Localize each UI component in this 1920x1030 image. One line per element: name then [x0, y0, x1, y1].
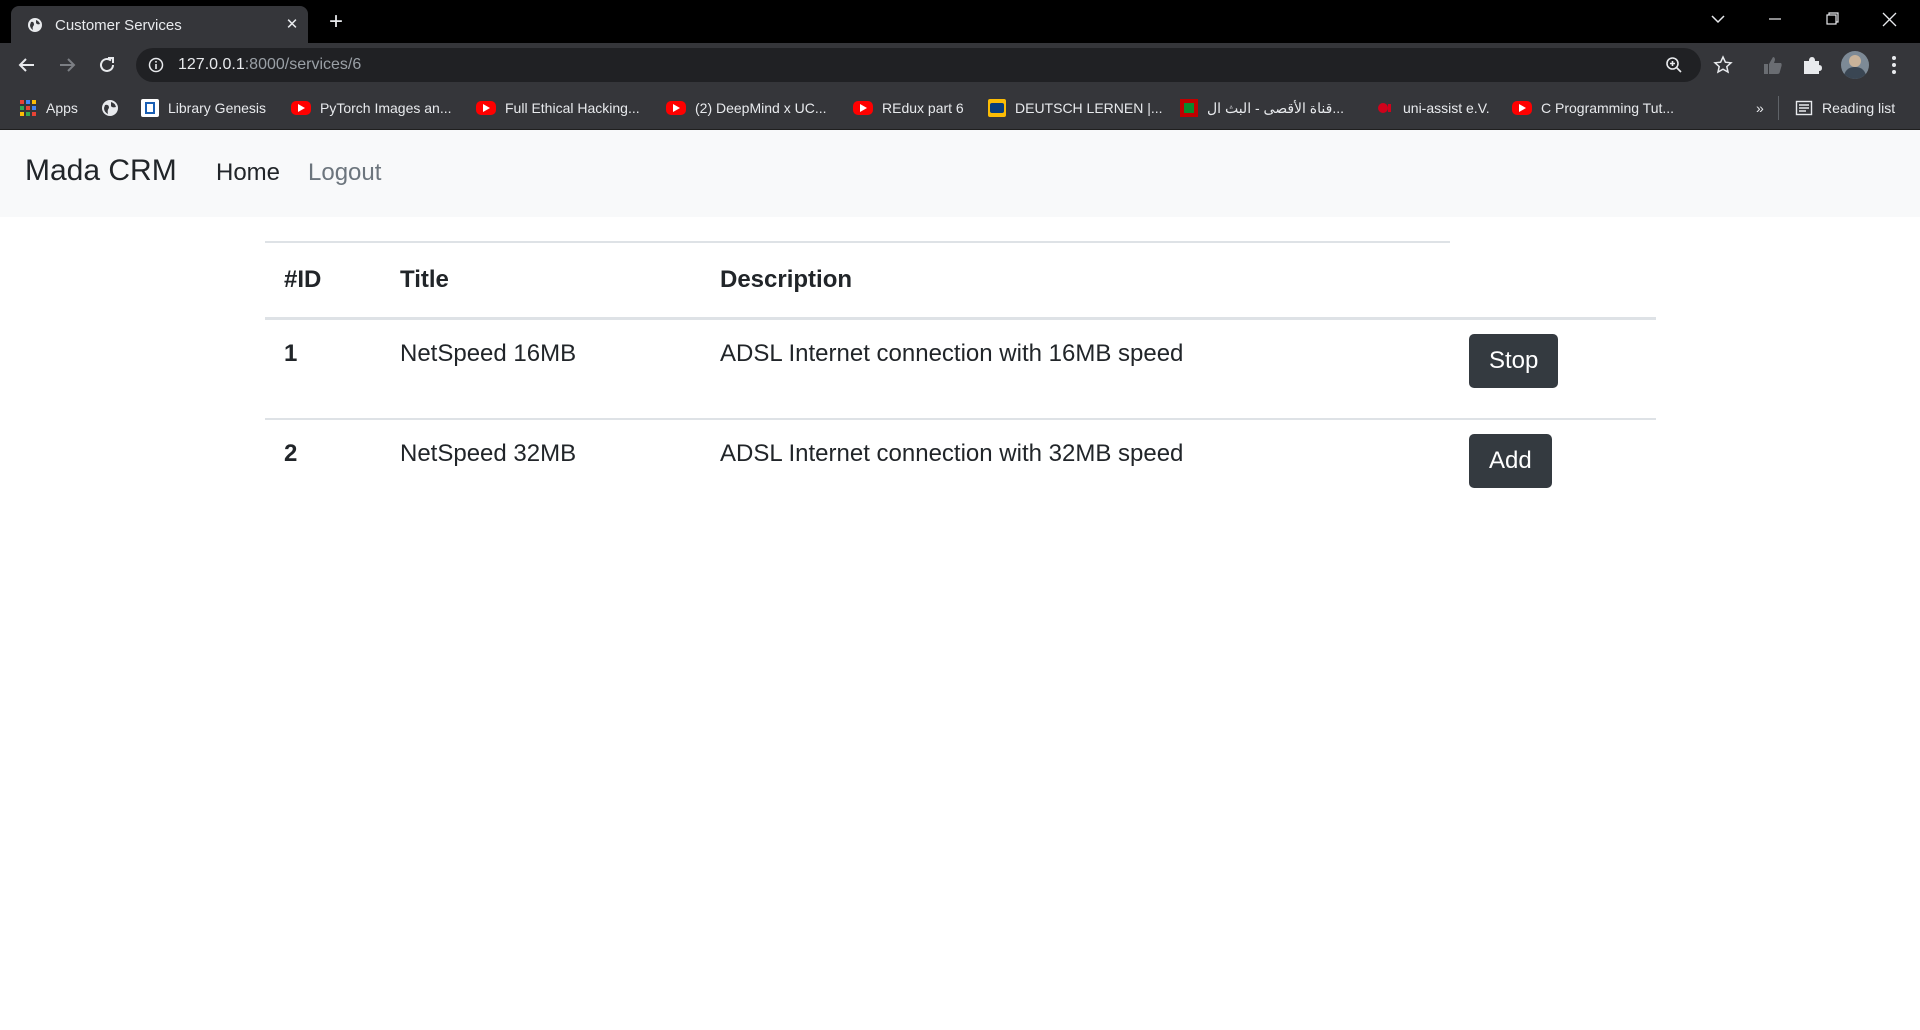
bookmark-label: uni-assist e.V. — [1403, 100, 1490, 116]
thumbs-up-extension-icon[interactable] — [1762, 55, 1784, 75]
bookmark-ethical-hacking[interactable]: Full Ethical Hacking... — [476, 97, 640, 119]
tab-title: Customer Services — [55, 17, 182, 34]
cell-id: 1 — [265, 318, 381, 420]
browser-toolbar: 127.0.0.1:8000/services/6 — [0, 43, 1920, 88]
zoom-icon[interactable] — [1665, 56, 1683, 74]
cell-description: ADSL Internet connection with 16MB speed — [701, 318, 1450, 420]
services-table: #ID Title Description 1 NetSpeed 16MB AD… — [265, 241, 1656, 518]
app-navbar: Mada CRM Home Logout — [0, 130, 1920, 217]
overflow-label: » — [1756, 100, 1764, 116]
bookmark-deutsch-lernen[interactable]: DEUTSCH LERNEN |... — [988, 97, 1163, 119]
nav-home-link[interactable]: Home — [216, 159, 280, 187]
back-arrow-icon[interactable] — [14, 52, 40, 78]
table-header: #ID Title Description — [265, 241, 1656, 320]
column-header-title: Title — [381, 241, 701, 320]
uni-assist-icon — [1376, 99, 1394, 117]
cell-action: Add — [1450, 419, 1656, 518]
reading-list-label: Reading list — [1822, 100, 1896, 116]
bookmark-label: PyTorch Images an... — [320, 100, 452, 116]
bookmark-label: DEUTSCH LERNEN |... — [1015, 100, 1163, 116]
tab-close-icon[interactable]: ✕ — [282, 15, 302, 35]
aqsa-icon — [1180, 99, 1198, 117]
forward-arrow-icon[interactable] — [54, 52, 80, 78]
reading-list-button[interactable]: Reading list — [1795, 97, 1895, 119]
bookmark-label: REdux part 6 — [882, 100, 964, 116]
bookmark-uni-assist[interactable]: uni-assist e.V. — [1376, 97, 1490, 119]
tab-search-icon[interactable] — [1690, 0, 1747, 40]
globe-icon — [102, 100, 118, 116]
bookmark-deepmind[interactable]: (2) DeepMind x UC... — [666, 97, 826, 119]
cell-id: 2 — [284, 440, 298, 467]
bookmark-label: C Programming Tut... — [1541, 100, 1675, 116]
column-header-id: #ID — [265, 241, 381, 320]
bookmark-library-genesis[interactable]: Library Genesis — [141, 97, 266, 119]
cell-action: Stop — [1450, 318, 1656, 420]
bookmarks-overflow-button[interactable]: » — [1756, 97, 1764, 119]
browser-tab-strip: Customer Services ✕ + — [0, 0, 1920, 43]
address-bar[interactable]: 127.0.0.1:8000/services/6 — [136, 48, 1701, 82]
youtube-icon — [476, 101, 496, 115]
restore-icon[interactable] — [1804, 0, 1861, 40]
bookmark-label: (2) DeepMind x UC... — [695, 100, 827, 116]
bookmark-label: Library Genesis — [168, 100, 267, 116]
extensions-puzzle-icon[interactable] — [1801, 54, 1823, 76]
youtube-icon — [1512, 101, 1532, 115]
brand-logo-link[interactable]: Mada CRM — [25, 154, 177, 188]
table-row: 1 NetSpeed 16MB ADSL Internet connection… — [265, 318, 1656, 420]
url-path: :8000/services/6 — [244, 56, 362, 73]
bookmark-aqsa[interactable]: قناة الأقصى - البث ال... — [1180, 97, 1344, 119]
youtube-icon — [666, 101, 686, 115]
globe-icon — [28, 18, 42, 32]
add-service-button[interactable]: Add — [1469, 434, 1552, 488]
bookmark-apps[interactable]: Apps — [19, 97, 78, 119]
reading-list-icon — [1795, 100, 1813, 116]
stop-service-button[interactable]: Stop — [1469, 334, 1559, 388]
youtube-icon — [291, 101, 311, 115]
new-tab-icon[interactable]: + — [323, 10, 349, 36]
table-header-row: #ID Title Description — [265, 241, 1656, 320]
site-info-icon[interactable] — [148, 57, 164, 73]
bookmark-label: Apps — [46, 100, 78, 116]
youtube-icon — [853, 101, 873, 115]
browser-menu-icon[interactable] — [1884, 54, 1904, 76]
cell-description: ADSL Internet connection with 32MB speed — [720, 440, 1184, 467]
url-host: 127.0.0.1 — [178, 56, 245, 73]
profile-avatar[interactable] — [1841, 51, 1869, 79]
library-icon — [141, 99, 159, 117]
apps-grid-icon — [20, 100, 36, 116]
cell-title: NetSpeed 32MB — [400, 440, 577, 467]
table-row: 2 NetSpeed 32MB ADSL Internet connection… — [265, 419, 1656, 518]
bookmark-pytorch[interactable]: PyTorch Images an... — [291, 97, 452, 119]
reload-icon[interactable] — [94, 52, 120, 78]
bookmark-label: Full Ethical Hacking... — [505, 100, 640, 116]
browser-tab-active[interactable]: Customer Services ✕ — [11, 6, 308, 43]
bookmark-label: قناة الأقصى - البث ال... — [1207, 99, 1344, 116]
bookmark-star-icon[interactable] — [1713, 55, 1733, 75]
bookmarks-divider — [1778, 96, 1779, 120]
bookmark-redux[interactable]: REdux part 6 — [853, 97, 964, 119]
bookmark-globe[interactable] — [101, 97, 119, 119]
table-body: 1 NetSpeed 16MB ADSL Internet connection… — [265, 318, 1656, 519]
column-header-action — [1450, 242, 1656, 320]
bookmarks-bar: Apps Library Genesis PyTorch Images an..… — [0, 88, 1920, 130]
bookmark-c-programming[interactable]: C Programming Tut... — [1512, 97, 1674, 119]
minimize-icon[interactable] — [1747, 0, 1804, 40]
url-text: 127.0.0.1:8000/services/6 — [178, 56, 361, 74]
dw-icon — [988, 99, 1006, 117]
nav-logout-link[interactable]: Logout — [308, 159, 381, 187]
close-window-icon[interactable] — [1861, 0, 1918, 40]
column-header-description: Description — [701, 241, 1450, 320]
cell-title: NetSpeed 16MB — [381, 318, 701, 420]
